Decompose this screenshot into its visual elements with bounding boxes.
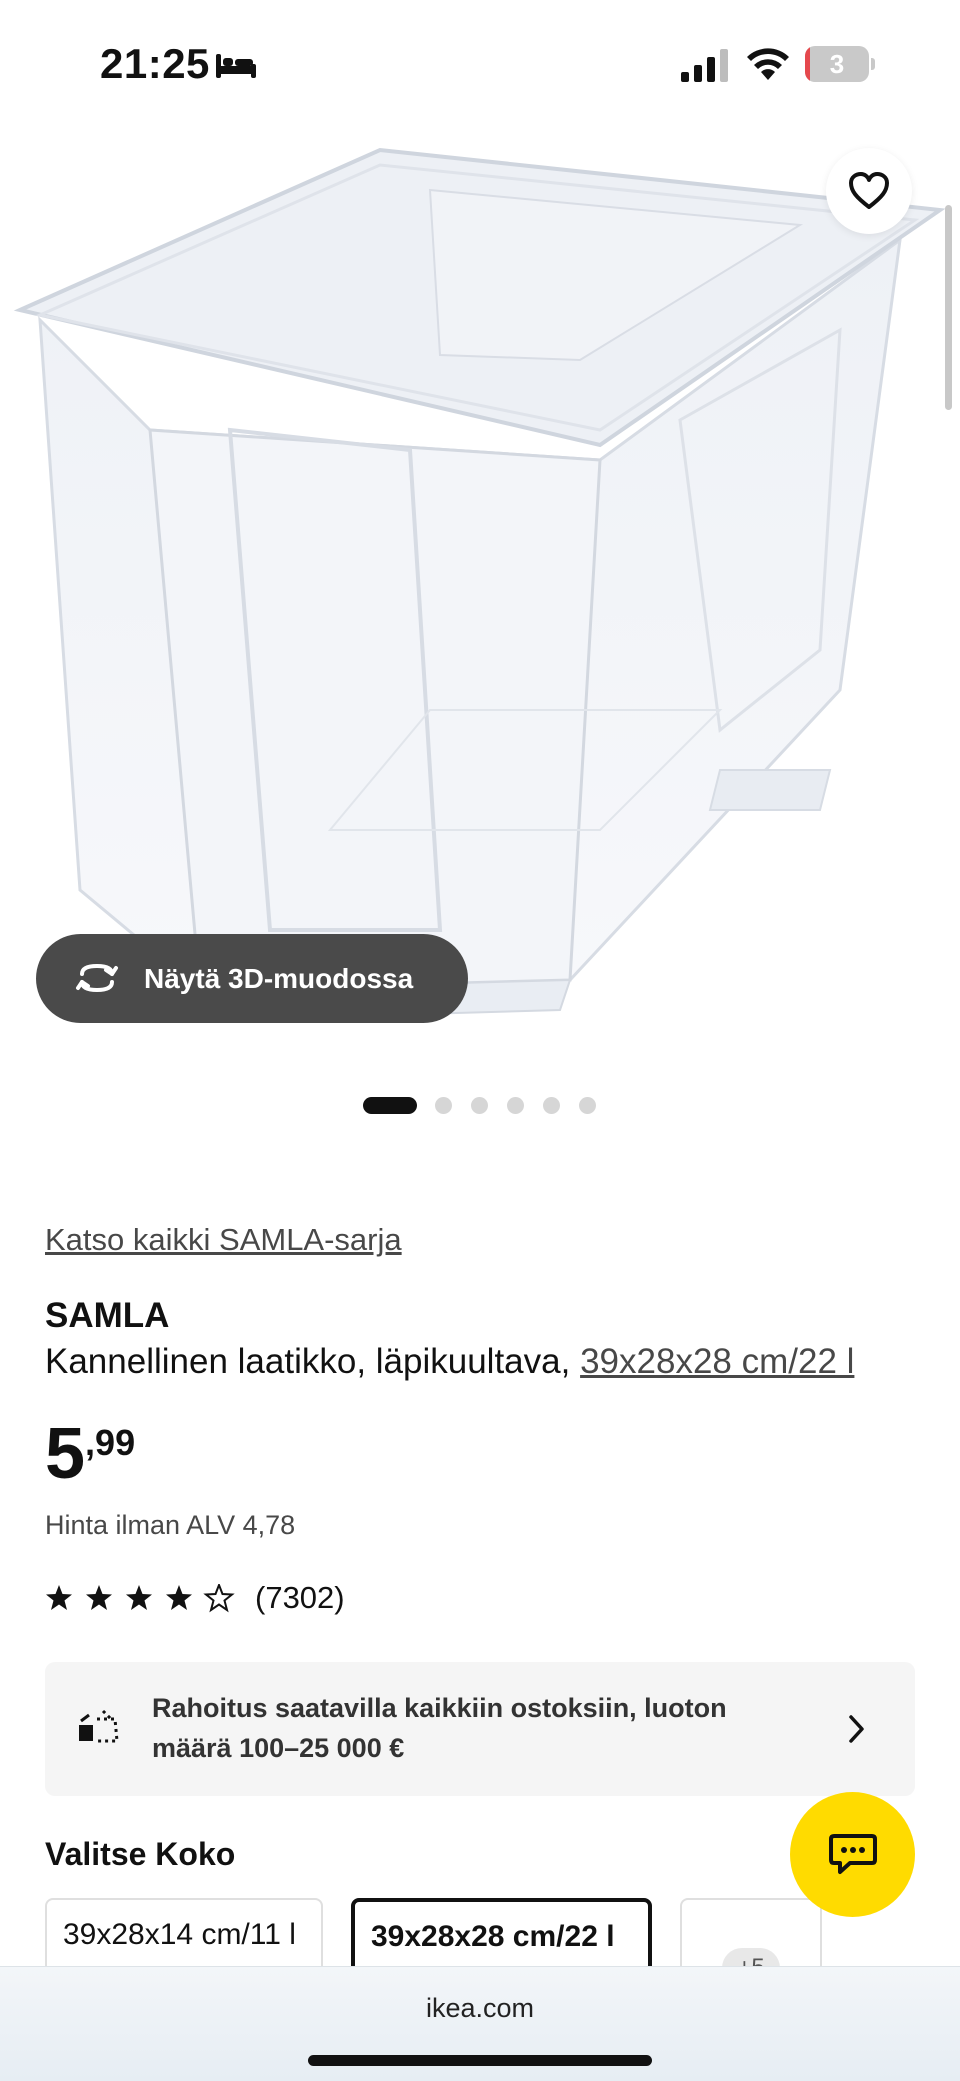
carousel-dots bbox=[0, 1095, 960, 1115]
carousel-dot[interactable] bbox=[543, 1097, 560, 1114]
home-indicator[interactable] bbox=[308, 2055, 652, 2066]
heart-icon bbox=[849, 172, 889, 209]
rating-count: (7302) bbox=[255, 1580, 345, 1615]
carousel-dot[interactable] bbox=[507, 1097, 524, 1114]
bed-icon bbox=[216, 54, 256, 78]
wifi-icon bbox=[747, 48, 789, 80]
rotate-3d-icon bbox=[76, 963, 118, 993]
price: 5,99 bbox=[45, 1418, 135, 1490]
finance-text: Rahoitus saatavilla kaikkiin ostoksiin, … bbox=[152, 1693, 727, 1763]
chevron-right-icon bbox=[849, 1715, 864, 1743]
browser-address-bar[interactable]: ikea.com bbox=[0, 1966, 960, 2081]
view-3d-button[interactable]: Näytä 3D-muodossa bbox=[36, 934, 468, 1023]
series-link[interactable]: Katso kaikki SAMLA-sarja bbox=[45, 1222, 402, 1258]
price-integer: 5 bbox=[45, 1414, 86, 1494]
image-scrollbar[interactable] bbox=[945, 205, 952, 410]
price-decimal: ,99 bbox=[85, 1422, 136, 1463]
product-description-text: Kannellinen laatikko, läpikuultava, bbox=[45, 1342, 581, 1381]
product-size-link[interactable]: 39x28x28 cm/22 l bbox=[580, 1342, 854, 1381]
view-3d-label: Näytä 3D-muodossa bbox=[144, 963, 414, 994]
finance-banner[interactable]: Rahoitus saatavilla kaikkiin ostoksiin, … bbox=[45, 1662, 915, 1796]
payment-icon bbox=[79, 1709, 119, 1743]
product-name: SAMLA bbox=[45, 1296, 170, 1335]
battery-icon: 3 bbox=[805, 46, 875, 82]
rating-stars bbox=[46, 1584, 235, 1613]
browser-url[interactable]: ikea.com bbox=[0, 1993, 960, 2024]
status-time: 21:25 bbox=[100, 40, 210, 87]
carousel-dot[interactable] bbox=[435, 1097, 452, 1114]
size-option-label: 39x28x14 cm/11 l bbox=[63, 1918, 296, 1951]
product-description: Kannellinen laatikko, läpikuultava, 39x2… bbox=[45, 1342, 854, 1382]
signal-icon bbox=[681, 49, 728, 82]
price-without-vat: Hinta ilman ALV 4,78 bbox=[45, 1510, 296, 1540]
chat-icon bbox=[829, 1834, 877, 1874]
size-option-label: 39x28x28 cm/22 l bbox=[371, 1920, 615, 1953]
favorite-button[interactable] bbox=[826, 148, 912, 234]
status-bar: 21:25 3 bbox=[0, 0, 960, 130]
carousel-dot[interactable] bbox=[579, 1097, 596, 1114]
carousel-dot[interactable] bbox=[471, 1097, 488, 1114]
size-selector-title: Valitse Koko bbox=[45, 1836, 236, 1872]
chat-button[interactable] bbox=[790, 1792, 915, 1917]
battery-level: 3 bbox=[829, 49, 845, 79]
carousel-dot[interactable] bbox=[363, 1097, 417, 1114]
